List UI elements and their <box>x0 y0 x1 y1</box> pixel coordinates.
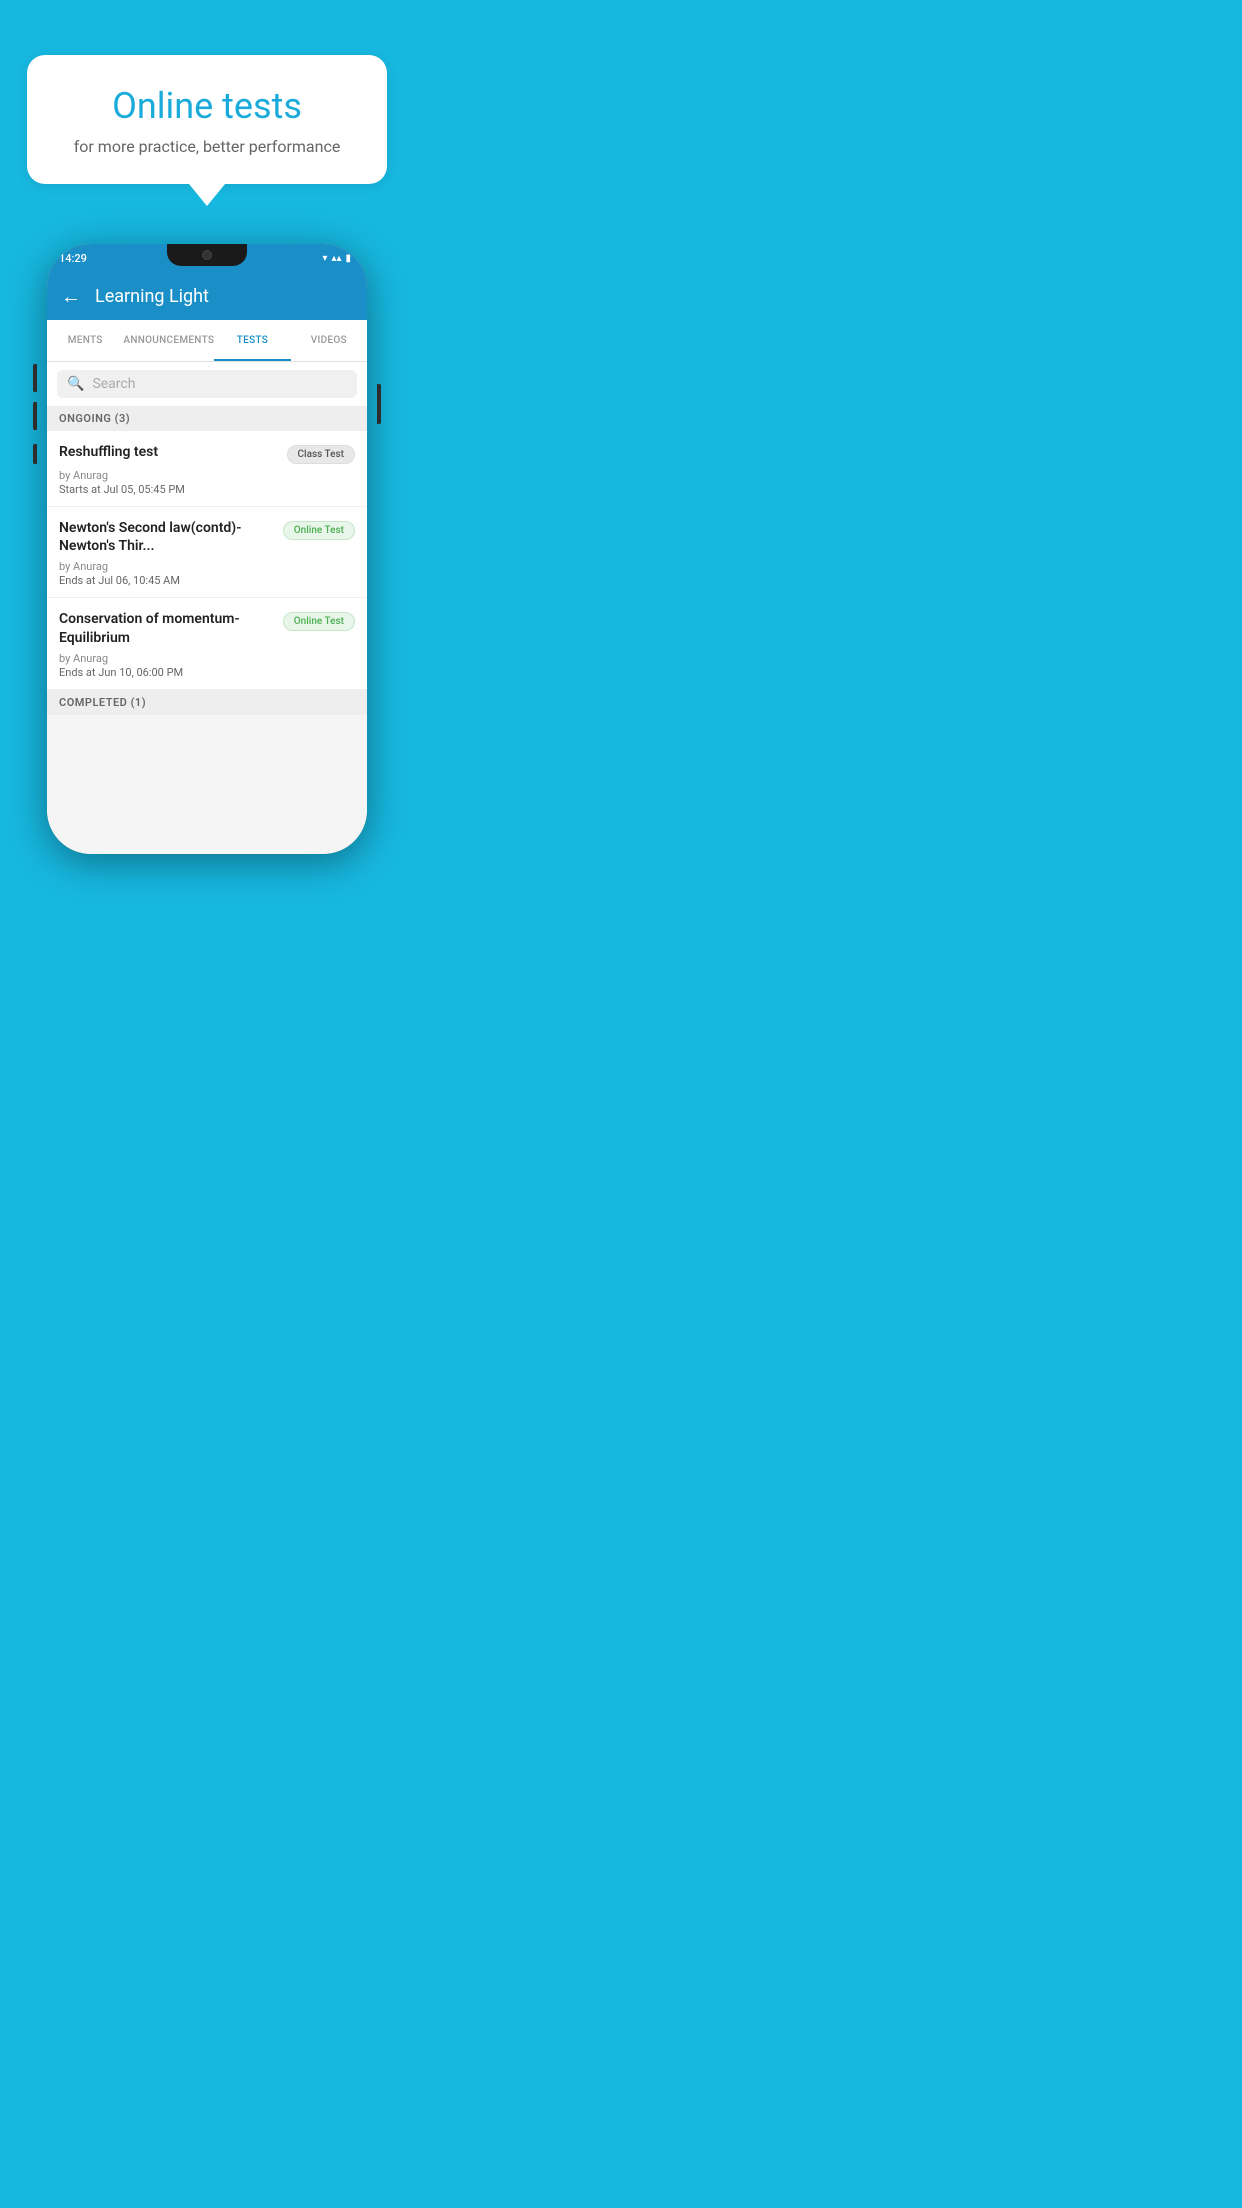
test-meta-by: by Anurag <box>59 560 355 573</box>
phone-screen: 14:29 ▾ ▴▴ ▮ ← Learning Light MENTS ANNO… <box>47 244 367 854</box>
test-badge: Online Test <box>283 521 355 540</box>
wifi-icon: ▾ <box>322 253 327 264</box>
test-badge: Online Test <box>283 612 355 631</box>
test-item-header: Newton's Second law(contd)-Newton's Thir… <box>59 519 355 555</box>
volume-up-button <box>33 364 37 392</box>
camera <box>202 250 212 260</box>
back-button[interactable]: ← <box>61 284 81 309</box>
app-title: Learning Light <box>95 286 209 307</box>
content-area: ONGOING (3) Reshuffling test Class Test … <box>47 406 367 854</box>
test-meta-by: by Anurag <box>59 469 355 482</box>
test-item[interactable]: Reshuffling test Class Test by Anurag St… <box>47 431 367 507</box>
tab-videos[interactable]: VIDEOS <box>291 320 367 361</box>
test-meta-time: Starts at Jul 05, 05:45 PM <box>59 483 355 496</box>
speech-bubble: Online tests for more practice, better p… <box>27 55 387 184</box>
test-meta-time: Ends at Jul 06, 10:45 AM <box>59 574 355 587</box>
search-icon: 🔍 <box>67 376 84 392</box>
power-button <box>33 444 37 464</box>
bubble-subtitle: for more practice, better performance <box>51 137 363 156</box>
phone-notch <box>167 244 247 266</box>
completed-section-header: COMPLETED (1) <box>47 690 367 715</box>
test-item[interactable]: Conservation of momentum-Equilibrium Onl… <box>47 598 367 689</box>
search-placeholder: Search <box>92 376 135 392</box>
test-badge: Class Test <box>287 445 355 464</box>
bubble-tail <box>189 184 225 206</box>
tab-ments[interactable]: MENTS <box>47 320 123 361</box>
search-container: 🔍 Search <box>47 362 367 406</box>
app-bar: ← Learning Light <box>47 272 367 320</box>
tab-tests[interactable]: TESTS <box>214 320 290 361</box>
tab-announcements[interactable]: ANNOUNCEMENTS <box>123 320 214 361</box>
tabs-bar: MENTS ANNOUNCEMENTS TESTS VIDEOS <box>47 320 367 362</box>
status-time: 14:29 <box>59 252 87 265</box>
battery-icon: ▮ <box>345 253 351 264</box>
bubble-title: Online tests <box>51 85 363 127</box>
test-item[interactable]: Newton's Second law(contd)-Newton's Thir… <box>47 507 367 598</box>
ongoing-section-header: ONGOING (3) <box>47 406 367 431</box>
status-icons: ▾ ▴▴ ▮ <box>322 253 351 264</box>
volume-down-button <box>33 402 37 430</box>
test-name: Conservation of momentum-Equilibrium <box>59 610 283 646</box>
test-meta-by: by Anurag <box>59 652 355 665</box>
phone-wrapper: 14:29 ▾ ▴▴ ▮ ← Learning Light MENTS ANNO… <box>37 244 377 854</box>
test-name: Newton's Second law(contd)-Newton's Thir… <box>59 519 283 555</box>
test-item-header: Conservation of momentum-Equilibrium Onl… <box>59 610 355 646</box>
search-box[interactable]: 🔍 Search <box>57 370 357 398</box>
test-name: Reshuffling test <box>59 443 287 461</box>
side-button-right <box>377 384 381 424</box>
test-item-header: Reshuffling test Class Test <box>59 443 355 464</box>
signal-icon: ▴▴ <box>331 253 341 264</box>
phone-device: 14:29 ▾ ▴▴ ▮ ← Learning Light MENTS ANNO… <box>47 244 367 854</box>
speech-bubble-wrapper: Online tests for more practice, better p… <box>27 55 387 206</box>
test-meta-time: Ends at Jun 10, 06:00 PM <box>59 666 355 679</box>
